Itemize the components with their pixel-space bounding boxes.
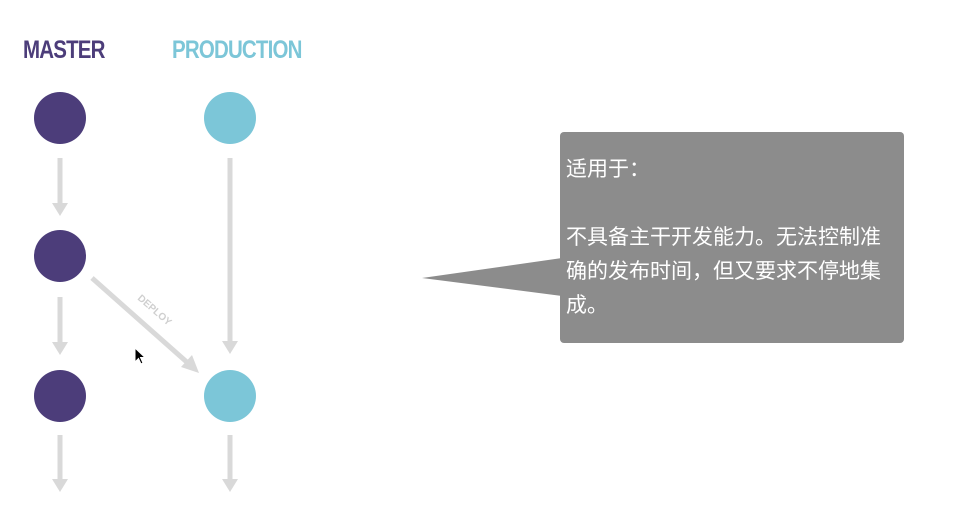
- master-arrow-3: [52, 435, 68, 492]
- callout-body: 不具备主干开发能力。无法控制准确的发布时间，但又要求不停地集成。: [566, 225, 881, 317]
- production-commit-2: [204, 370, 256, 422]
- callout-pointer: [422, 258, 562, 296]
- production-arrow-2: [222, 435, 238, 492]
- production-commit-1: [204, 92, 256, 144]
- callout-heading: 适用于：: [566, 157, 650, 181]
- master-commit-2: [34, 230, 86, 282]
- master-commit-3: [34, 370, 86, 422]
- master-commit-1: [34, 92, 86, 144]
- master-arrow-2: [52, 297, 68, 355]
- master-arrow-1: [52, 158, 68, 216]
- deploy-arrow: [90, 276, 199, 373]
- callout-text: 适用于： 不具备主干开发能力。无法控制准确的发布时间，但又要求不停地集成。: [566, 152, 896, 322]
- production-arrow-1: [222, 158, 238, 354]
- mouse-pointer-icon: [134, 346, 147, 365]
